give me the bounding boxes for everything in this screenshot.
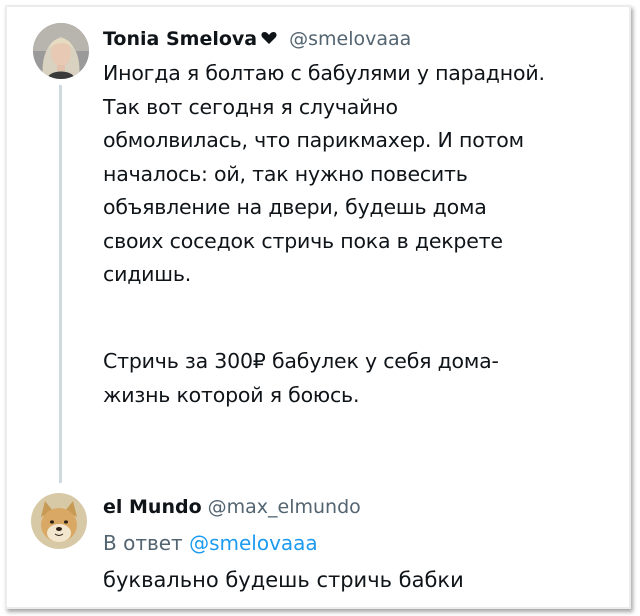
tweet-text-line: Так вот сегодня я случайно (103, 94, 398, 119)
reply-author-avatar[interactable] (31, 493, 87, 549)
author-name[interactable]: Tonia Smelova (103, 28, 257, 50)
heart-badge-icon (261, 26, 277, 50)
tweet-text-line: сидишь. (103, 262, 192, 286)
tweet-text-line: жизнь которой я боюсь. (103, 382, 360, 407)
shiba-doge-portrait-image (31, 493, 87, 549)
screenshot-frame: Tonia Smelova @smelovaaa Иногда я болтаю … (5, 5, 631, 609)
tweet-text-line: Иногда я болтаю с бабулями у парадной. (103, 61, 545, 85)
tweet-text-line: своих соседок стричь пока в декрете (103, 228, 503, 253)
tweet-body-paragraph-1: Иногда я болтаю с бабулями у парадной. Т… (103, 57, 623, 292)
tweet-text-line: началось: ой, так нужно повесить (103, 161, 468, 186)
reply-author-name[interactable]: el Mundo (103, 496, 202, 518)
reply-header: el Mundo @max_elmundo (103, 494, 361, 519)
tweet-text-line: объявление на двери, будешь дома (103, 195, 487, 219)
tweet-body-paragraph-2: Стричь за 300₽ бабулек у себя дома- жизн… (103, 345, 623, 412)
reply-to-handle-link[interactable]: @smelovaaa (189, 531, 318, 555)
tweet-header: Tonia Smelova @smelovaaa (103, 26, 411, 53)
author-handle[interactable]: @smelovaaa (289, 28, 411, 50)
tweet-text-line: Стричь за 300₽ бабулек у себя дома- (103, 349, 499, 373)
reply-body: буквально будешь стричь бабки (103, 568, 464, 592)
author-avatar[interactable] (33, 23, 89, 79)
tweet-text-line: обмолвилась, что парикмахер. И потом (103, 128, 524, 152)
reply-prefix: В ответ (103, 531, 183, 555)
reply-author-handle[interactable]: @max_elmundo (208, 496, 361, 518)
woman-portrait-image (33, 23, 89, 79)
replying-to: В ответ @smelovaaa (103, 529, 318, 557)
thread-connector-line (59, 85, 62, 483)
